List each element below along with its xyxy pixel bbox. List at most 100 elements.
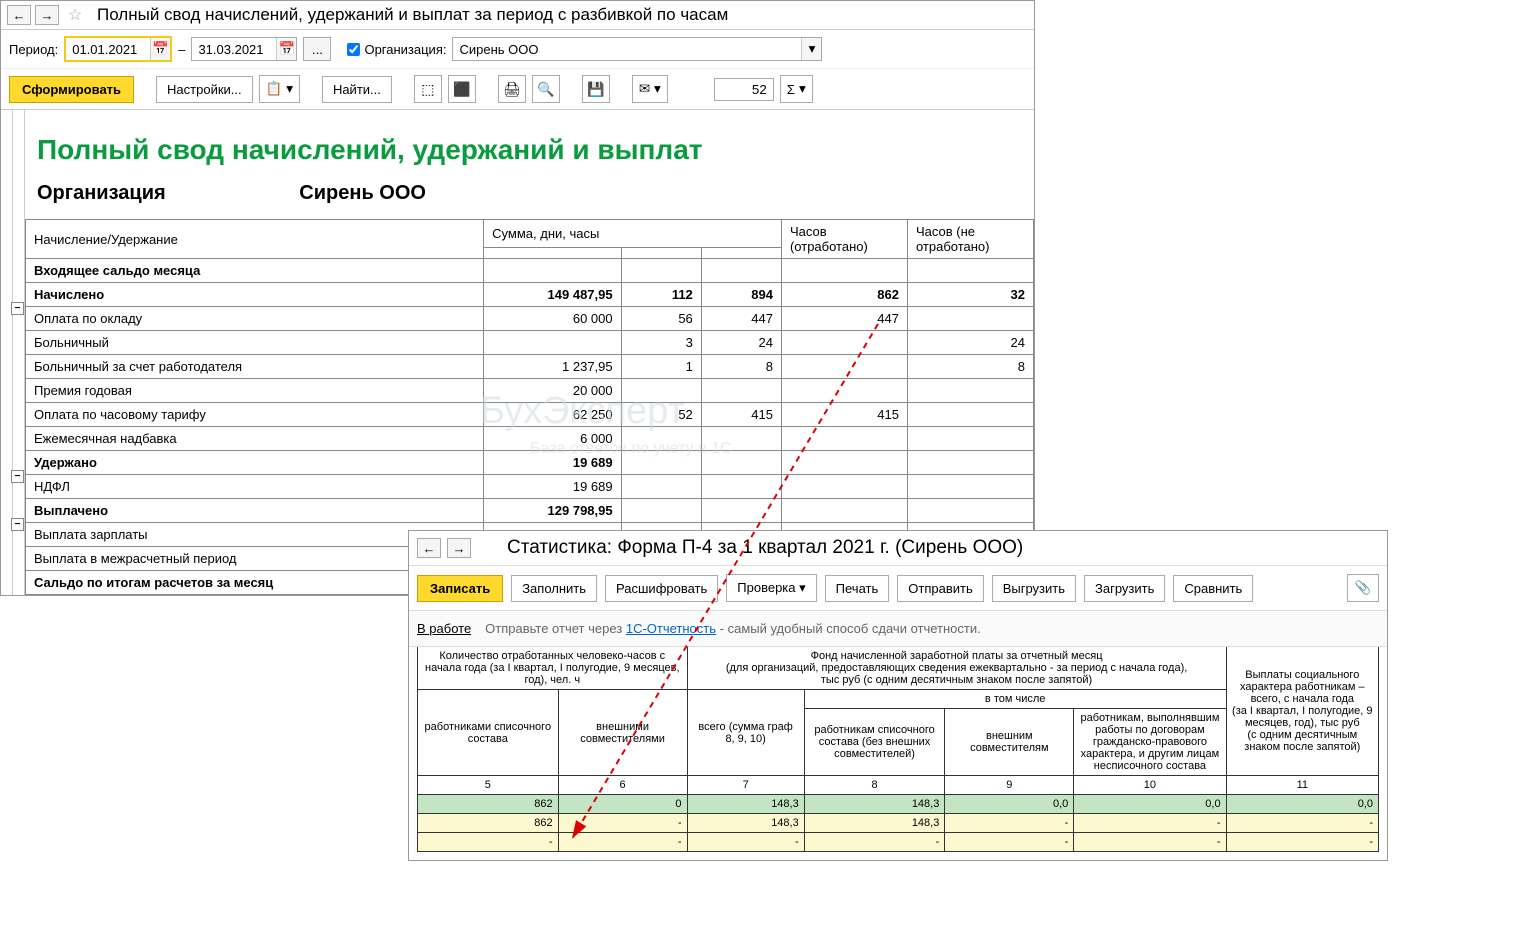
data-row[interactable]: ------- bbox=[418, 833, 1379, 852]
table-row[interactable]: Больничный32424 bbox=[26, 331, 1034, 355]
data-row[interactable]: 8620148,3148,30,00,00,0 bbox=[418, 795, 1379, 814]
col-number: 5 bbox=[418, 776, 559, 795]
col-number: 10 bbox=[1074, 776, 1226, 795]
h-sub3: всего (сумма граф 8, 9, 10) bbox=[687, 690, 804, 776]
preview-icon[interactable]: 🔍 bbox=[532, 75, 560, 103]
org-checkbox-label[interactable]: Организация: bbox=[347, 42, 446, 57]
data-row[interactable]: 862-148,3148,3--- bbox=[418, 814, 1379, 833]
nav-forward-button[interactable]: → bbox=[35, 5, 59, 25]
h-sub2: внешними совместителями bbox=[558, 690, 687, 776]
report-window: ← → ☆ Полный свод начислений, удержаний … bbox=[0, 0, 1035, 596]
h-sub7: работникам, выполнявшим работы по догово… bbox=[1074, 709, 1226, 776]
settings-button[interactable]: Настройки... bbox=[156, 76, 253, 103]
w2-title-bar: ← → Статистика: Форма П-4 за 1 квартал 2… bbox=[409, 531, 1387, 566]
report-title: Полный свод начислений, удержаний и выпл… bbox=[25, 110, 1034, 176]
table-row[interactable]: Оплата по окладу60 00056447447 bbox=[26, 307, 1034, 331]
window-title: Полный свод начислений, удержаний и выпл… bbox=[97, 5, 728, 25]
title-bar: ← → ☆ Полный свод начислений, удержаний … bbox=[1, 1, 1034, 30]
page-number-input[interactable] bbox=[714, 78, 774, 101]
h-sub6: внешним совместителям bbox=[945, 709, 1074, 776]
col-number: 6 bbox=[558, 776, 687, 795]
org-checkbox[interactable] bbox=[347, 43, 360, 56]
save-icon[interactable]: 💾 bbox=[582, 75, 610, 103]
report-link[interactable]: 1С-Отчетность bbox=[626, 621, 716, 636]
stats-window: ← → Статистика: Форма П-4 за 1 квартал 2… bbox=[408, 530, 1388, 861]
sigma-button[interactable]: Σ ▾ bbox=[780, 75, 813, 103]
table-row[interactable]: Входящее сальдо месяца bbox=[26, 259, 1034, 283]
w2-nav-back-button[interactable]: ← bbox=[417, 538, 441, 558]
hdr-hours-worked: Часов (отработано) bbox=[781, 220, 907, 259]
h-sub4: в том числе bbox=[804, 690, 1226, 709]
fill-button[interactable]: Заполнить bbox=[511, 575, 597, 602]
date-dash: – bbox=[178, 42, 185, 57]
filter-bar: Период: 📅 – 📅 ... Организация: ▾ bbox=[1, 30, 1034, 69]
tree-collapse-icon[interactable]: − bbox=[11, 518, 24, 531]
print-icon[interactable]: 🖨 bbox=[498, 75, 526, 103]
table-row[interactable]: Больничный за счет работодателя1 237,951… bbox=[26, 355, 1034, 379]
date-from-calendar-icon[interactable]: 📅 bbox=[150, 38, 170, 60]
table-row[interactable]: Начислено−149 487,9511289486232 bbox=[26, 283, 1034, 307]
w2-toolbar: Записать Заполнить Расшифровать Проверка… bbox=[409, 566, 1387, 611]
check-button[interactable]: Проверка ▾ bbox=[726, 574, 816, 602]
report-body: Полный свод начислений, удержаний и выпл… bbox=[25, 110, 1034, 595]
form-button[interactable]: Сформировать bbox=[9, 76, 134, 103]
date-from-input[interactable] bbox=[66, 39, 150, 60]
h-group3: Выплаты социального характера работникам… bbox=[1226, 647, 1378, 776]
print-button[interactable]: Печать bbox=[825, 575, 890, 602]
status-label[interactable]: В работе bbox=[417, 621, 471, 636]
save-button[interactable]: Записать bbox=[417, 575, 503, 602]
report-org-label: Организация bbox=[37, 182, 166, 204]
period-label: Период: bbox=[9, 42, 58, 57]
col-number: 7 bbox=[687, 776, 804, 795]
date-to-input[interactable] bbox=[192, 39, 276, 60]
variants-button[interactable]: 📋 ▾ bbox=[259, 75, 300, 103]
export-button[interactable]: Выгрузить bbox=[992, 575, 1076, 602]
status-hint: Отправьте отчет через 1С-Отчетность - са… bbox=[485, 621, 981, 636]
attachment-icon[interactable]: 📎 bbox=[1347, 574, 1379, 602]
decode-button[interactable]: Расшифровать bbox=[605, 575, 718, 602]
collapse-icon[interactable]: ⬛ bbox=[448, 75, 476, 103]
date-to-field[interactable]: 📅 bbox=[191, 37, 297, 61]
col-number: 9 bbox=[945, 776, 1074, 795]
hdr-name: Начисление/Удержание bbox=[26, 220, 484, 259]
h-group2: Фонд начисленной заработной платы за отч… bbox=[687, 647, 1226, 690]
org-dropdown-icon[interactable]: ▾ bbox=[801, 38, 821, 60]
period-dots-button[interactable]: ... bbox=[303, 37, 331, 61]
org-label: Организация: bbox=[364, 42, 446, 57]
w2-nav-forward-button[interactable]: → bbox=[447, 538, 471, 558]
date-to-calendar-icon[interactable]: 📅 bbox=[276, 38, 296, 60]
import-button[interactable]: Загрузить bbox=[1084, 575, 1165, 602]
table-row[interactable]: Оплата по часовому тарифу62 25052415415 bbox=[26, 403, 1034, 427]
report-area: Полный свод начислений, удержаний и выпл… bbox=[1, 110, 1034, 595]
compare-button[interactable]: Сравнить bbox=[1173, 575, 1253, 602]
table-row[interactable]: Премия годовая20 000 bbox=[26, 379, 1034, 403]
w2-title: Статистика: Форма П-4 за 1 квартал 2021 … bbox=[507, 537, 1023, 559]
date-from-field[interactable]: 📅 bbox=[64, 36, 172, 62]
table-row[interactable]: НДФЛ19 689 bbox=[26, 475, 1034, 499]
find-button[interactable]: Найти... bbox=[322, 76, 392, 103]
hdr-hours-not: Часов (не отработано) bbox=[907, 220, 1033, 259]
w2-body: Количество отработанных человеко-часов с… bbox=[409, 647, 1387, 860]
form-p4-table: Количество отработанных человеко-часов с… bbox=[417, 647, 1379, 852]
tree-collapse-icon[interactable]: − bbox=[11, 470, 24, 483]
org-input[interactable] bbox=[453, 39, 801, 60]
h-sub1: работниками списочного состава bbox=[418, 690, 559, 776]
table-row[interactable]: Удержано−19 689 bbox=[26, 451, 1034, 475]
report-toolbar: Сформировать Настройки... 📋 ▾ Найти... ⬚… bbox=[1, 69, 1034, 110]
w2-status-bar: В работе Отправьте отчет через 1С-Отчетн… bbox=[409, 611, 1387, 647]
report-org-line: Организация Сирень ООО bbox=[25, 176, 1034, 219]
org-select[interactable]: ▾ bbox=[452, 37, 822, 61]
col-number: 8 bbox=[804, 776, 945, 795]
col-number: 11 bbox=[1226, 776, 1378, 795]
table-row[interactable]: Ежемесячная надбавка6 000 bbox=[26, 427, 1034, 451]
table-row[interactable]: Выплачено−129 798,95 bbox=[26, 499, 1034, 523]
report-org-value: Сирень ООО bbox=[299, 182, 426, 204]
nav-back-button[interactable]: ← bbox=[7, 5, 31, 25]
h-group1: Количество отработанных человеко-часов с… bbox=[418, 647, 688, 690]
expand-icon[interactable]: ⬚ bbox=[414, 75, 442, 103]
mail-button[interactable]: ✉ ▾ bbox=[632, 75, 668, 103]
favorite-star-icon[interactable]: ☆ bbox=[63, 5, 87, 25]
hdr-summ: Сумма, дни, часы bbox=[484, 220, 782, 248]
send-button[interactable]: Отправить bbox=[897, 575, 983, 602]
tree-collapse-icon[interactable]: − bbox=[11, 302, 24, 315]
